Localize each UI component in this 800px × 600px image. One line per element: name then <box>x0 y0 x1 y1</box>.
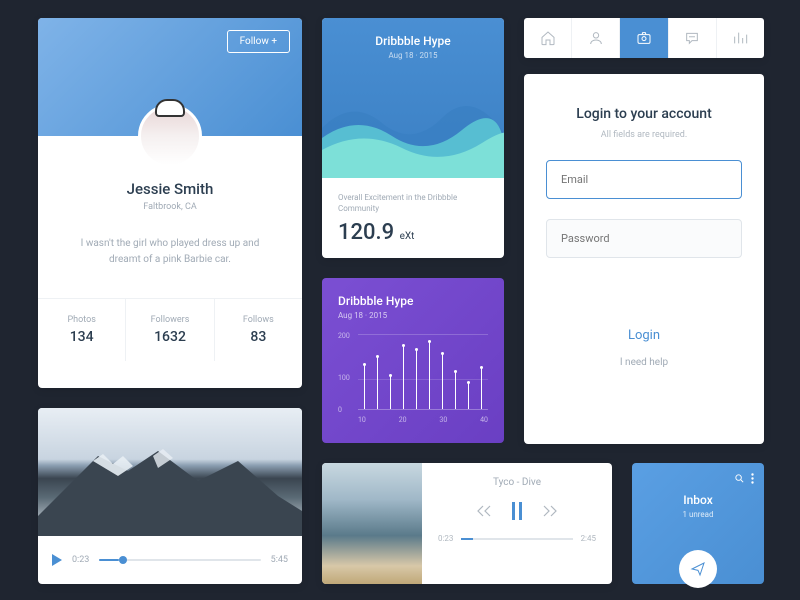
lollipop-chart: 200 100 0 10 20 30 40 <box>338 334 488 424</box>
profile-stats: Photos 134 Followers 1632 Follows 83 <box>38 298 302 361</box>
wave-value: 120.9 eXt <box>338 220 488 245</box>
purple-chart-card: Dribbble Hype Aug 18 · 2015 200 100 0 10… <box>322 278 504 443</box>
chart-bar <box>403 346 404 409</box>
video-current-time: 0:23 <box>72 555 89 565</box>
video-player: 0:23 5:45 <box>38 408 302 584</box>
nav-chat[interactable] <box>669 18 717 58</box>
stat-follows[interactable]: Follows 83 <box>215 299 302 361</box>
login-button[interactable]: Login <box>546 328 742 343</box>
chart-bar <box>364 365 365 409</box>
compose-button[interactable] <box>679 550 717 588</box>
music-duration: 2:45 <box>581 534 596 543</box>
home-icon <box>540 30 556 46</box>
chart-bar <box>390 376 391 409</box>
login-title: Login to your account <box>546 106 742 122</box>
music-scrubber[interactable] <box>461 538 572 540</box>
help-link[interactable]: I need help <box>546 357 742 368</box>
nav-stats[interactable] <box>717 18 764 58</box>
stat-followers[interactable]: Followers 1632 <box>126 299 214 361</box>
chart-bar <box>481 368 482 409</box>
chart-bar <box>377 357 378 409</box>
nav-camera[interactable] <box>620 18 668 58</box>
send-icon <box>690 561 706 577</box>
profile-name: Jessie Smith <box>38 180 302 198</box>
follow-button[interactable]: Follow + <box>227 30 290 53</box>
inbox-title: Inbox <box>632 493 764 507</box>
stat-photos[interactable]: Photos 134 <box>38 299 126 361</box>
wave-description: Overall Excitement in the Dribbble Commu… <box>338 192 488 214</box>
email-field[interactable] <box>546 160 742 199</box>
album-art[interactable] <box>322 463 422 584</box>
chart-bar <box>442 354 443 410</box>
video-thumbnail[interactable] <box>38 408 302 536</box>
password-field[interactable] <box>546 219 742 258</box>
chart-bar <box>468 383 469 409</box>
profile-location: Faltbrook, CA <box>38 202 302 212</box>
chat-icon <box>684 30 700 46</box>
avatar[interactable] <box>138 104 202 168</box>
video-scrubber[interactable] <box>99 559 260 561</box>
more-icon[interactable] <box>751 473 754 484</box>
person-icon <box>588 30 604 46</box>
pause-button[interactable] <box>510 502 524 520</box>
track-title: Tyco - Dive <box>438 477 596 488</box>
profile-bio: I wasn't the girl who played dress up an… <box>66 236 274 268</box>
profile-hero: Follow + <box>38 18 302 136</box>
chart-bar <box>429 342 430 409</box>
nav-home[interactable] <box>524 18 572 58</box>
music-player: Tyco - Dive 0:23 2:45 <box>322 463 612 584</box>
login-subtitle: All fields are required. <box>546 130 742 140</box>
purple-title: Dribbble Hype <box>338 294 488 308</box>
inbox-card[interactable]: Inbox 1 unread <box>632 463 764 584</box>
inbox-subtitle: 1 unread <box>632 510 764 519</box>
nav-profile[interactable] <box>572 18 620 58</box>
prev-button[interactable] <box>476 504 492 518</box>
chart-icon <box>732 30 748 46</box>
search-icon[interactable] <box>734 473 745 484</box>
chart-bar <box>416 350 417 409</box>
wave-title: Dribbble Hype <box>322 18 504 48</box>
chart-bar <box>455 372 456 409</box>
camera-icon <box>636 30 652 46</box>
play-button[interactable] <box>52 554 62 566</box>
wave-date: Aug 18 · 2015 <box>322 51 504 60</box>
mountain-graphic <box>38 446 302 536</box>
video-duration: 5:45 <box>271 555 288 565</box>
next-button[interactable] <box>542 504 558 518</box>
music-current-time: 0:23 <box>438 534 453 543</box>
wave-card: Dribbble Hype Aug 18 · 2015 Overall Exci… <box>322 18 504 258</box>
profile-card: Follow + Jessie Smith Faltbrook, CA I wa… <box>38 18 302 388</box>
wave-graphic <box>322 88 504 178</box>
purple-date: Aug 18 · 2015 <box>338 311 488 320</box>
login-card: Login to your account All fields are req… <box>524 74 764 444</box>
nav-bar <box>524 18 764 58</box>
